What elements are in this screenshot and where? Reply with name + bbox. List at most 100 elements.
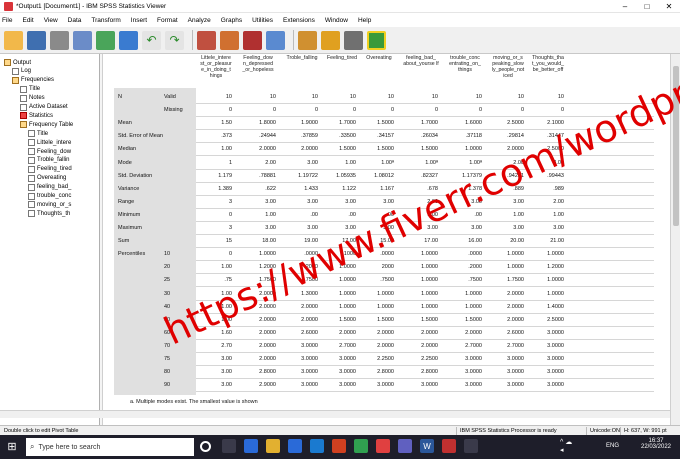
redo-icon[interactable]: ↷ — [165, 30, 184, 50]
menu-insert[interactable]: Insert — [131, 17, 147, 24]
export-icon[interactable] — [96, 30, 115, 50]
outline-item[interactable]: Feeling_dow — [28, 147, 71, 156]
edge-icon[interactable] — [244, 439, 258, 453]
menu-window[interactable]: Window — [325, 17, 348, 24]
print-icon[interactable] — [50, 30, 69, 50]
outline-item[interactable]: Log — [12, 67, 31, 76]
undo-icon[interactable]: ↶ — [142, 30, 161, 50]
outline-item[interactable]: Frequencies — [12, 76, 54, 85]
menu-transform[interactable]: Transform — [91, 17, 120, 24]
mail-icon[interactable] — [310, 439, 324, 453]
outline-item[interactable]: Active Dataset — [20, 103, 68, 112]
table-cell: 1.0000 — [547, 277, 564, 284]
word-icon[interactable]: W — [420, 439, 434, 453]
column-header: moving_or_s peaking_slow ly_people_not i… — [491, 55, 525, 79]
table-cell: 3.0000 — [301, 382, 318, 389]
outline-item[interactable]: Output — [4, 58, 31, 67]
table-cell: 3.00 — [307, 159, 318, 166]
book-icon — [12, 76, 19, 84]
pane-splitter[interactable] — [100, 54, 103, 426]
table-cell: .82327 — [421, 172, 438, 179]
menu-bar: File Edit View Data Transform Insert Format Ana… — [0, 13, 680, 27]
taskbar-search[interactable]: ⌕ Type here to search — [26, 438, 194, 456]
outline-item[interactable]: feeling_bad_ — [28, 183, 71, 192]
app-icon-1[interactable] — [332, 439, 346, 453]
language-indicator[interactable]: ENG — [606, 443, 619, 449]
insert-output-icon[interactable] — [298, 30, 317, 50]
menu-utilities[interactable]: Utilities — [252, 17, 273, 24]
file-explorer-icon[interactable] — [266, 439, 280, 453]
menu-file[interactable]: File — [2, 17, 12, 24]
selected-marker-icon — [20, 112, 27, 120]
row-divider — [196, 312, 654, 314]
table-cell: 1.00ª — [381, 159, 394, 166]
windows-start-icon[interactable]: ⊞ — [5, 439, 19, 453]
hide-icon[interactable] — [344, 30, 363, 50]
save-icon[interactable] — [27, 30, 46, 50]
goto-variable-icon[interactable] — [243, 30, 262, 50]
table-cell: 0 — [228, 107, 232, 114]
row-group-label: N — [118, 94, 122, 100]
variables-icon[interactable] — [266, 30, 285, 50]
cortana-icon[interactable] — [200, 441, 211, 452]
task-view-icon[interactable] — [222, 439, 236, 453]
app-icon-2[interactable] — [354, 439, 368, 453]
menu-view[interactable]: View — [44, 17, 58, 24]
table-cell: 16.00 — [468, 238, 482, 245]
table-cell: 3.0000 — [465, 356, 482, 362]
table-cell: 2.70 — [221, 342, 232, 349]
tray-icons[interactable]: ^ ☁ ◂ — [560, 439, 574, 454]
table-cell: 1.0000 — [421, 277, 438, 284]
outline-item[interactable]: moving_or_s — [28, 200, 71, 209]
run-icon[interactable] — [367, 30, 386, 50]
menu-analyze[interactable]: Analyze — [188, 17, 211, 24]
horizontal-scrollbar[interactable] — [0, 410, 670, 418]
maximize-icon[interactable]: □ — [636, 0, 658, 13]
app-icon-5[interactable] — [464, 439, 478, 453]
outline-item[interactable]: Title — [20, 85, 40, 94]
table-cell: 0 — [228, 211, 232, 218]
outline-item[interactable]: trouble_conc — [28, 192, 71, 201]
clock[interactable]: 16:37 22/03/2022 — [636, 438, 676, 450]
outline-item[interactable]: Thoughts_th — [28, 209, 70, 218]
menu-help[interactable]: Help — [358, 17, 371, 24]
table-cell: 1.0000 — [421, 290, 438, 297]
table-cell: 3.00 — [471, 225, 482, 231]
close-icon[interactable]: ✕ — [658, 0, 680, 13]
table-cell: 3.00 — [221, 382, 232, 389]
menu-format[interactable]: Format — [157, 17, 178, 24]
store-icon[interactable] — [288, 439, 302, 453]
outline-item[interactable]: Troble_fallin — [28, 156, 69, 165]
menu-data[interactable]: Data — [68, 17, 82, 24]
table-cell: 10 — [517, 94, 524, 100]
menu-edit[interactable]: Edit — [22, 17, 33, 24]
outline-label: Feeling_dow — [37, 148, 72, 155]
goto-case-icon[interactable] — [220, 30, 239, 50]
spss-taskbar-icon[interactable] — [442, 439, 456, 453]
print-preview-icon[interactable] — [73, 30, 92, 50]
menu-extensions[interactable]: Extensions — [283, 17, 315, 24]
outline-label: Title — [37, 130, 49, 137]
open-icon[interactable] — [4, 30, 23, 50]
outline-item[interactable]: Title — [28, 129, 48, 138]
app-icon-3[interactable] — [376, 439, 390, 453]
table-cell: 1.5000 — [421, 146, 438, 153]
outline-item[interactable]: Feeling_tired — [28, 165, 72, 174]
outline-item[interactable]: Statistics — [20, 111, 53, 120]
outline-item[interactable]: Frequency Table — [20, 120, 73, 129]
outline-item[interactable]: Overeating — [28, 174, 66, 183]
outline-item[interactable]: Notes — [20, 94, 45, 103]
table-cell: .37859 — [301, 133, 318, 140]
recall-dialog-icon[interactable] — [119, 30, 138, 50]
table-cell: 10 — [387, 94, 394, 100]
menu-graphs[interactable]: Graphs — [221, 17, 242, 24]
app-icon-4[interactable] — [398, 439, 412, 453]
row-sub-label: 25 — [164, 277, 171, 284]
row-group-label: Range — [118, 198, 135, 205]
row-group-label: Mode — [118, 159, 132, 166]
designate-window-icon[interactable] — [321, 30, 340, 50]
goto-data-icon[interactable] — [197, 30, 216, 50]
outline-item[interactable]: Littele_intere — [28, 138, 71, 147]
outline-label: Frequency Table — [29, 121, 74, 128]
minimize-icon[interactable]: – — [614, 0, 636, 13]
